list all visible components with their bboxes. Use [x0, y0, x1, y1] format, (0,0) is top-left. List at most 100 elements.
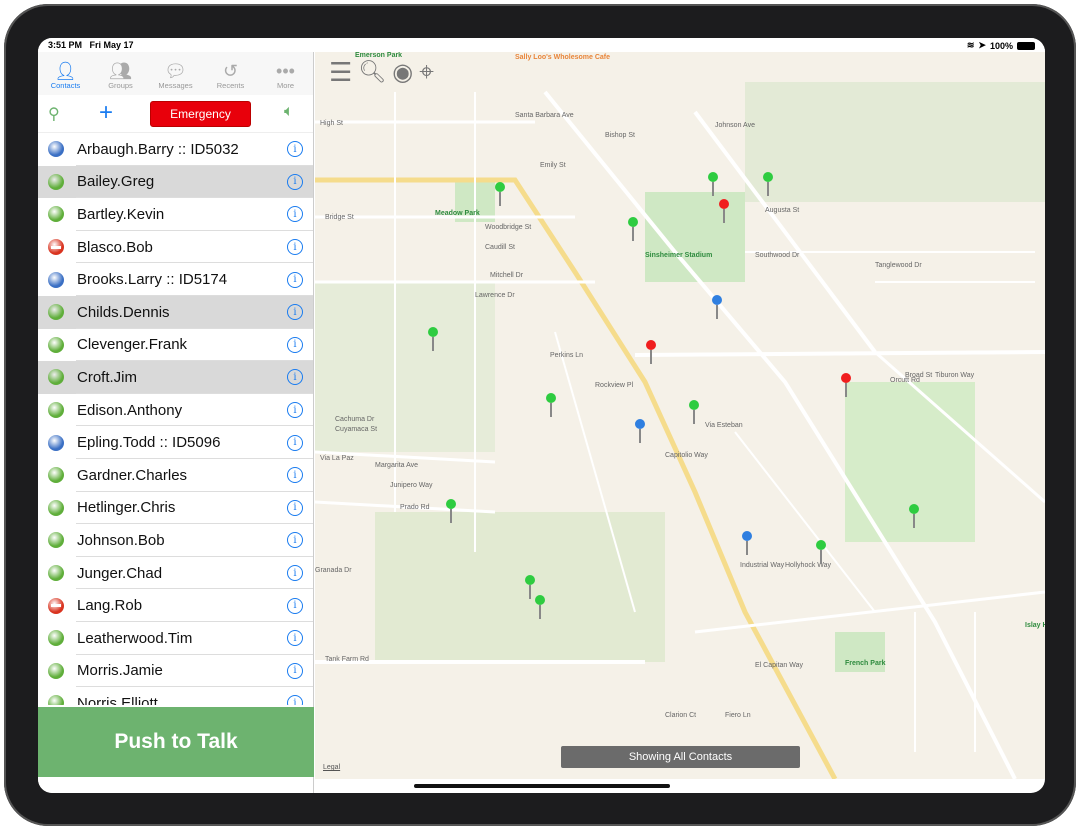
contact-row[interactable]: Clevenger.Frank i	[38, 329, 313, 362]
contact-row[interactable]: Childs.Dennis i	[38, 295, 313, 329]
status-time: 3:51 PM	[48, 40, 83, 50]
menu-icon[interactable]: ☰	[329, 57, 352, 88]
map-label: Southwood Dr	[755, 252, 800, 259]
map-pin-green[interactable]	[909, 504, 919, 530]
info-icon[interactable]: i	[287, 304, 303, 321]
status-online-icon	[48, 467, 64, 484]
contact-row[interactable]: Bailey.Greg i	[38, 165, 313, 199]
map-label: Woodbridge St	[485, 224, 532, 231]
contact-row[interactable]: Blasco.Bob i	[38, 231, 313, 264]
map-pin-blue[interactable]	[712, 295, 722, 321]
tab-more[interactable]: ••• More	[258, 52, 313, 95]
info-icon[interactable]: i	[287, 662, 303, 679]
map-pin-green[interactable]	[816, 540, 826, 566]
tab-label: Recents	[216, 81, 245, 90]
map-pin-green[interactable]	[628, 217, 638, 243]
tab-messages[interactable]: 💬︎ Messages	[148, 52, 203, 95]
map-pin-green[interactable]	[535, 595, 545, 621]
map-label: Emerson Park	[355, 52, 403, 59]
tab-recents[interactable]: ↺ Recents	[203, 52, 258, 95]
tab-contacts[interactable]: 👤︎ Contacts	[38, 52, 93, 95]
map-pin-blue[interactable]	[635, 419, 645, 445]
map-pin-green[interactable]	[446, 499, 456, 525]
contact-list[interactable]: Arbaugh.Barry :: ID5032 i Bailey.Greg i Bart…	[38, 133, 313, 705]
more-icon: •••	[276, 61, 295, 81]
info-icon[interactable]: i	[287, 630, 303, 647]
contact-row[interactable]: Epling.Todd :: ID5096 i	[38, 426, 313, 459]
contact-name: Johnson.Bob	[77, 531, 165, 549]
status-online-icon	[48, 565, 64, 582]
push-to-talk-button[interactable]: Push to Talk	[38, 707, 314, 777]
map-pin-blue[interactable]	[742, 531, 752, 557]
crosshair-icon[interactable]: ⌖	[419, 56, 434, 88]
map-label: Sinsheimer Stadium	[645, 252, 713, 259]
map-pin-green[interactable]	[495, 182, 505, 208]
contact-row[interactable]: Bartley.Kevin i	[38, 198, 313, 231]
contact-row[interactable]: Hetlinger.Chris i	[38, 492, 313, 525]
info-icon[interactable]: i	[287, 369, 303, 386]
contact-row[interactable]: Junger.Chad i	[38, 557, 313, 590]
map-label: Augusta St	[765, 207, 800, 214]
contact-row[interactable]: Norris.Elliott i	[38, 687, 313, 705]
map-pin-green[interactable]	[708, 172, 718, 198]
legal-link[interactable]: Legal	[323, 764, 340, 771]
contact-row[interactable]: Edison.Anthony i	[38, 394, 313, 427]
map-pin-green[interactable]	[525, 575, 535, 601]
status-online-icon	[48, 304, 64, 321]
info-icon[interactable]: i	[287, 402, 303, 419]
status-blocked-icon	[48, 597, 64, 614]
info-icon[interactable]: i	[287, 141, 303, 158]
contact-row[interactable]: Leatherwood.Tim i	[38, 622, 313, 655]
map-pin-green[interactable]	[689, 400, 699, 426]
emergency-button[interactable]: Emergency	[150, 101, 251, 127]
contact-row[interactable]: Johnson.Bob i	[38, 524, 313, 557]
tab-bar: 👤︎ Contacts 👥︎ Groups 💬︎ Messages ↺ Recents ••• M…	[38, 52, 313, 95]
refresh-icon[interactable]: ◉	[392, 58, 413, 87]
status-bar: 3:51 PM Fri May 17 ≋ ➤ 100%	[38, 38, 1045, 52]
info-icon[interactable]: i	[287, 206, 303, 223]
map-label: Cachuma Dr	[335, 416, 375, 423]
tab-groups[interactable]: 👥︎ Groups	[93, 52, 148, 95]
info-icon[interactable]: i	[287, 271, 303, 288]
location-icon: ➤	[978, 40, 986, 50]
status-online-icon	[48, 369, 64, 386]
contact-row[interactable]: Arbaugh.Barry :: ID5032 i	[38, 133, 313, 166]
info-icon[interactable]: i	[287, 499, 303, 516]
map-pin-check-icon[interactable]: ⚲	[48, 104, 60, 124]
contact-name: Arbaugh.Barry :: ID5032	[77, 140, 239, 158]
contact-row[interactable]: Morris.Jamie i	[38, 655, 313, 688]
info-icon[interactable]: i	[287, 434, 303, 451]
status-online-icon	[48, 173, 64, 190]
info-icon[interactable]: i	[287, 565, 303, 582]
map-pin-red[interactable]	[841, 373, 851, 399]
map-label: Via La Paz	[320, 455, 354, 462]
speaker-icon[interactable]: 🔈︎	[284, 103, 294, 121]
info-icon[interactable]: i	[287, 597, 303, 614]
map-label: Meadow Park	[435, 210, 480, 217]
map-pin-green[interactable]	[763, 172, 773, 198]
contact-name: Childs.Dennis	[77, 303, 170, 321]
map-view[interactable]: ☰ 🔍︎ ◉ ⌖ Legal Showing All Contacts Emer…	[315, 52, 1045, 779]
map-pin-red[interactable]	[646, 340, 656, 366]
contact-row[interactable]: Brooks.Larry :: ID5174 i	[38, 263, 313, 296]
info-icon[interactable]: i	[287, 695, 303, 705]
info-icon[interactable]: i	[287, 173, 303, 190]
contact-row[interactable]: Croft.Jim i	[38, 361, 313, 394]
map-label: Tiburon Way	[935, 372, 975, 379]
map-pin-green[interactable]	[546, 393, 556, 419]
tab-label: More	[276, 81, 295, 90]
contact-row[interactable]: Gardner.Charles i	[38, 459, 313, 492]
info-icon[interactable]: i	[287, 336, 303, 353]
add-contact-button[interactable]: +	[99, 99, 113, 127]
info-icon[interactable]: i	[287, 467, 303, 484]
contact-row[interactable]: Lang.Rob i	[38, 589, 313, 622]
contact-name: Clevenger.Frank	[77, 336, 188, 354]
info-icon[interactable]: i	[287, 239, 303, 256]
map-label: Perkins Ln	[550, 352, 584, 359]
lock-search-icon[interactable]: 🔍︎	[358, 59, 386, 85]
tab-label: Contacts	[50, 81, 81, 90]
info-icon[interactable]: i	[287, 532, 303, 549]
contact-name: Blasco.Bob	[77, 238, 153, 256]
map-pin-red[interactable]	[719, 199, 729, 225]
map-pin-green[interactable]	[428, 327, 438, 353]
